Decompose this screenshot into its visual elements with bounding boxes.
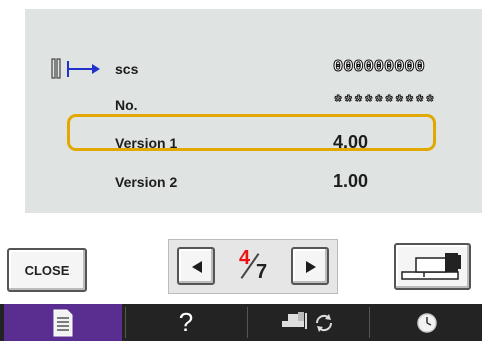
clock-icon — [417, 312, 437, 333]
previous-page-button[interactable] — [177, 247, 215, 285]
scs-value: 000000000 — [333, 58, 426, 78]
document-icon — [53, 309, 73, 336]
nav-clock[interactable] — [372, 304, 482, 341]
scs-label: scs — [115, 61, 139, 77]
embroidery-switch-icon — [282, 311, 333, 332]
version-1-highlight — [67, 114, 436, 151]
version-2-label: Version 2 — [115, 174, 178, 190]
number-label: No. — [115, 97, 138, 113]
nav-separator — [125, 307, 126, 338]
info-panel: scs 000000000 No. ********** Version 1 4… — [25, 9, 482, 213]
arrow-left-icon — [192, 261, 202, 273]
sewing-machine-icon — [401, 253, 461, 280]
info-row-scs: scs 000000000 — [25, 56, 482, 82]
version-2-value: 1.00 — [333, 171, 369, 191]
info-row-version-2: Version 2 1.00 — [25, 169, 482, 195]
page-indicator: 4 7 — [229, 242, 279, 292]
arrow-right-icon — [306, 261, 316, 273]
close-button[interactable]: CLOSE — [7, 248, 87, 292]
page-navigator: 4 7 — [168, 239, 338, 294]
nav-help[interactable]: ? — [128, 304, 244, 341]
number-value: ********** — [332, 94, 436, 114]
nav-separator — [247, 307, 248, 338]
next-page-button[interactable] — [291, 247, 329, 285]
help-icon: ? — [178, 307, 194, 337]
nav-separator — [369, 307, 370, 338]
needle-arrow-icon — [48, 58, 100, 85]
page-total: 7 — [256, 261, 268, 283]
machine-button[interactable] — [394, 243, 471, 290]
nav-document[interactable] — [4, 304, 122, 341]
nav-embroidery-switch[interactable] — [250, 304, 366, 341]
bottom-navbar: ? — [0, 304, 482, 341]
